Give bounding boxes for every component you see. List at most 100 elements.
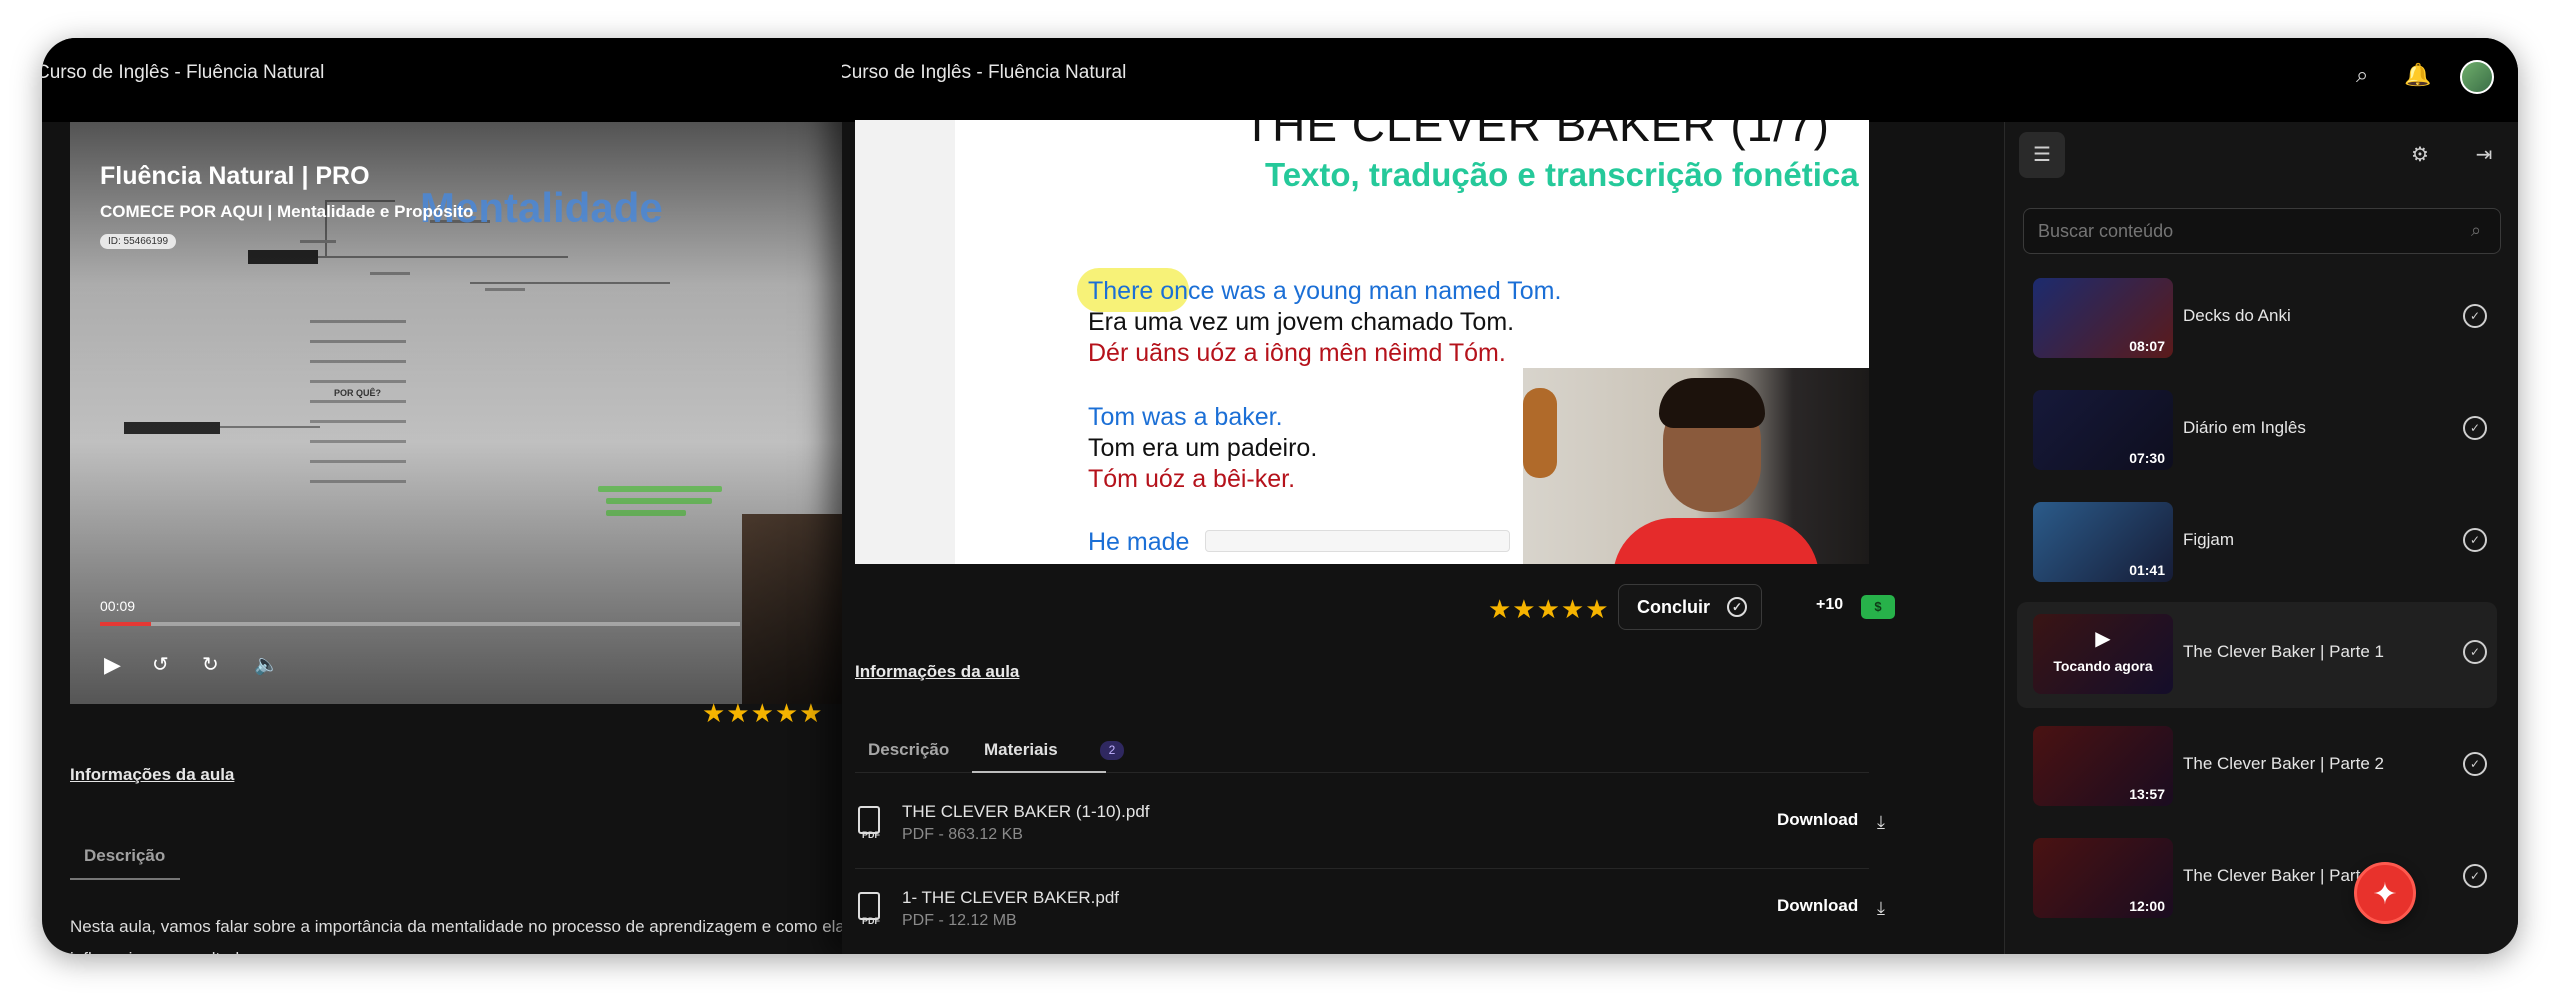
slide-line-phonetic: Tóm uóz a bêi-ker. xyxy=(1088,465,1296,493)
video-progress-bar[interactable] xyxy=(100,622,740,626)
check-circle-icon: ✓ xyxy=(2463,752,2487,776)
lesson-list-item[interactable]: 08:07 Decks do Anki ✓ xyxy=(2017,266,2497,372)
back-rating-stars[interactable]: ★★★★★ xyxy=(702,698,824,729)
bell-icon[interactable]: 🔔 xyxy=(2404,62,2431,88)
whiteboard-margin xyxy=(855,120,955,564)
complete-lesson-button[interactable]: Concluir ✓ xyxy=(1618,584,1762,630)
slide-line-translation: Era uma vez um jovem chamado Tom. xyxy=(1088,308,1515,336)
video-channel-title: Fluência Natural | PRO xyxy=(100,162,370,190)
whiteboard-toolbar xyxy=(1205,530,1510,552)
guitar-shape xyxy=(1523,388,1557,478)
check-circle-icon: ✓ xyxy=(2463,304,2487,328)
pdf-file-icon: PDF xyxy=(856,892,886,930)
lesson-duration: 01:41 xyxy=(2129,562,2165,578)
video-id-tag: ID: 55466199 xyxy=(100,234,177,249)
back-info-link[interactable]: Informações da aula xyxy=(70,765,234,785)
back-video-player[interactable]: Mentalidade Fluência Natural | PRO COMEC… xyxy=(70,122,890,704)
file-name: THE CLEVER BAKER (1-10).pdf xyxy=(902,802,1150,821)
pdf-file-icon: PDF xyxy=(856,806,886,844)
video-subtitle: COMECE POR AQUI | Mentalidade e Propósit… xyxy=(100,202,474,221)
slide-line-english: Tom was a baker. xyxy=(1088,403,1283,431)
tab-materials[interactable]: Materiais xyxy=(984,740,1058,760)
play-icon: ▶ xyxy=(2095,628,2111,650)
lesson-info-link[interactable]: Informações da aula xyxy=(855,662,1019,682)
lesson-thumbnail: ▶ Tocando agora xyxy=(2033,614,2173,694)
forward-10-icon[interactable]: ↻ xyxy=(202,652,219,677)
complete-label: Concluir xyxy=(1637,597,1711,617)
rating-stars[interactable]: ★★★★★ xyxy=(1488,594,1610,625)
lesson-title: Decks do Anki xyxy=(2183,306,2291,325)
xp-reward: +10 xyxy=(1816,596,1844,613)
slide-line-phonetic: Dér uãns uóz a iông mên nêimd Tóm. xyxy=(1088,339,1506,367)
slide-line-english: There once was a young man named Tom. xyxy=(1088,277,1562,305)
assistant-sparkle-button[interactable]: ✦ xyxy=(2354,862,2416,924)
lesson-thumbnail: 13:57 xyxy=(2033,726,2173,806)
pdf-file-type: PDF xyxy=(862,830,880,840)
lesson-title: Diário em Inglês xyxy=(2183,418,2306,437)
check-circle-icon: ✓ xyxy=(2463,864,2487,888)
back-tab-underline xyxy=(70,878,180,880)
rewind-10-icon[interactable]: ↺ xyxy=(152,652,169,677)
lesson-title: The Clever Baker | Parte 1 xyxy=(2183,642,2384,661)
now-playing-label: Tocando agora xyxy=(2053,658,2153,674)
file-name: 1- THE CLEVER BAKER.pdf xyxy=(902,888,1119,907)
cash-icon: $ xyxy=(1861,595,1895,619)
download-button[interactable]: Download xyxy=(1777,896,1858,916)
pdf-file-type: PDF xyxy=(862,916,880,926)
download-icon[interactable]: ⤓ xyxy=(1877,898,1885,919)
file-divider xyxy=(855,868,1869,869)
lesson-thumbnail: 12:00 xyxy=(2033,838,2173,918)
video-progress-fill xyxy=(100,622,152,626)
check-circle-icon: ✓ xyxy=(2463,416,2487,440)
presenter-shirt xyxy=(1613,518,1819,564)
mindmap-heading: POR QUÊ? xyxy=(334,388,382,398)
gear-icon[interactable]: ⚙ xyxy=(2397,132,2443,178)
tab-description[interactable]: Descrição xyxy=(868,740,949,760)
video-slide-subheading: Texto, tradução e transcrição fonética xyxy=(1265,156,1859,193)
check-circle-icon: ✓ xyxy=(1727,597,1747,617)
lesson-list-item[interactable]: 07:30 Diário em Inglês ✓ xyxy=(2017,378,2497,484)
video-current-time: 00:09 xyxy=(100,598,136,614)
app-window: Curso de Inglês - Fluência Natural Menta… xyxy=(42,38,2518,954)
lesson-list-item[interactable]: 01:41 Figjam ✓ xyxy=(2017,490,2497,596)
lesson-duration: 07:30 xyxy=(2129,450,2165,466)
lesson-title: The Clever Baker | Parte 2 xyxy=(2183,754,2384,773)
file-meta: PDF - 863.12 KB xyxy=(902,826,1023,843)
lesson-list-item[interactable]: 13:57 The Clever Baker | Parte 2 ✓ xyxy=(2017,714,2497,820)
video-slide-heading: THE CLEVER BAKER (1/7) xyxy=(1243,120,1830,151)
front-panel: Curso de Inglês - Fluência Natural THE C… xyxy=(842,38,2007,954)
lesson-thumbnail: 07:30 xyxy=(2033,390,2173,470)
materials-count-badge: 2 xyxy=(1100,741,1124,760)
lesson-video-player[interactable]: THE CLEVER BAKER (1/7) Texto, tradução e… xyxy=(855,120,1869,564)
material-file-row: PDF 1- THE CLEVER BAKER.pdf PDF - 12.12 … xyxy=(842,888,1885,954)
download-button[interactable]: Download xyxy=(1777,810,1858,830)
avatar[interactable] xyxy=(2460,60,2494,94)
check-circle-icon: ✓ xyxy=(2463,640,2487,664)
slide-line-translation: Tom era um padeiro. xyxy=(1088,434,1318,462)
search-icon[interactable]: ⌕ xyxy=(2356,62,2368,88)
presenter-webcam xyxy=(1523,368,1869,564)
collapse-sidebar-icon[interactable]: ⇥ xyxy=(2461,132,2507,178)
play-icon[interactable]: ▶ xyxy=(104,652,121,678)
check-circle-icon: ✓ xyxy=(2463,528,2487,552)
front-page-title: Curso de Inglês - Fluência Natural xyxy=(842,62,1127,83)
lesson-list-item-active[interactable]: ▶ Tocando agora The Clever Baker | Parte… xyxy=(2017,602,2497,708)
list-view-icon[interactable]: ☰ xyxy=(2019,132,2065,178)
lesson-duration: 12:00 xyxy=(2129,898,2165,914)
search-input[interactable] xyxy=(2023,208,2501,254)
search-icon: ⌕ xyxy=(2471,220,2482,240)
material-file-row: PDF THE CLEVER BAKER (1-10).pdf PDF - 86… xyxy=(842,802,1885,872)
lesson-list-item[interactable]: 12:00 The Clever Baker | Parte 3 ✓ xyxy=(2017,826,2497,932)
active-tab-underline xyxy=(972,771,1106,773)
back-description-text: Nesta aula, vamos falar sobre a importân… xyxy=(70,917,845,954)
lesson-thumbnail: 01:41 xyxy=(2033,502,2173,582)
back-page-title: Curso de Inglês - Fluência Natural xyxy=(42,62,325,83)
back-tab-description[interactable]: Descrição xyxy=(84,846,165,866)
file-meta: PDF - 12.12 MB xyxy=(902,912,1017,929)
lesson-thumbnail: 08:07 xyxy=(2033,278,2173,358)
lesson-duration: 08:07 xyxy=(2129,338,2165,354)
course-sidebar: ☰ ⚙ ⇥ ⌕ 08:07 Decks do Anki ✓ 07:30 Diár… xyxy=(2004,122,2518,954)
volume-icon[interactable]: 🔈 xyxy=(254,652,279,677)
download-icon[interactable]: ⤓ xyxy=(1877,812,1885,833)
presenter-hair xyxy=(1659,378,1765,428)
